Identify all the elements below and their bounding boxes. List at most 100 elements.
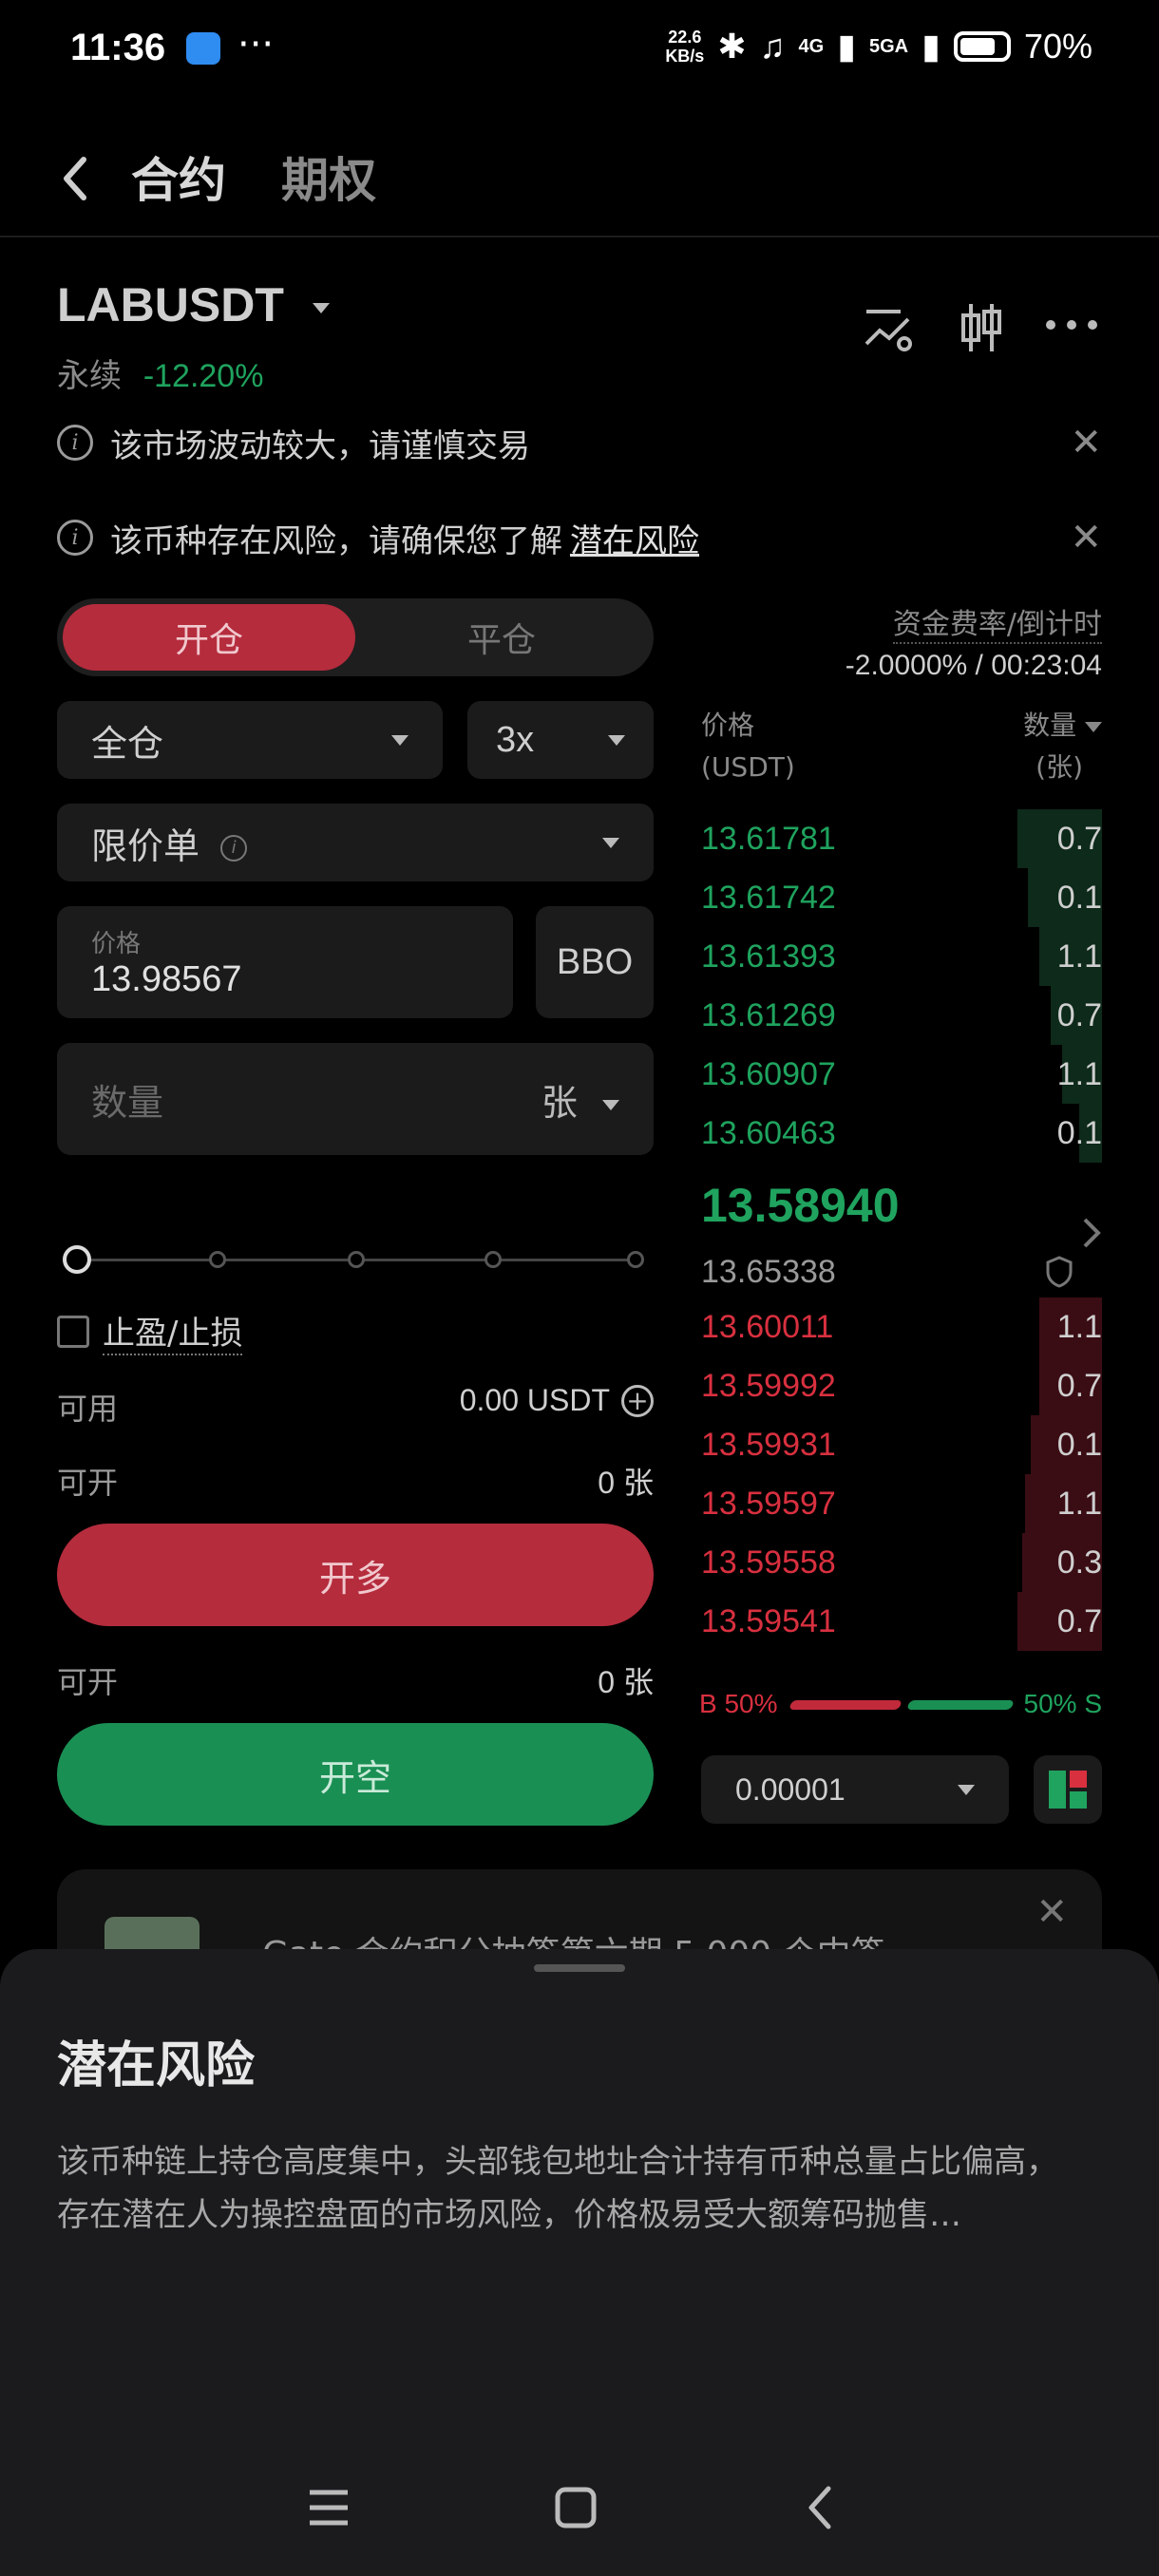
funding-label[interactable]: 资金费率/倒计时 bbox=[892, 600, 1102, 644]
signal-5g: 5GA bbox=[869, 35, 909, 57]
signal-bars-icon-2: ▮ bbox=[922, 27, 940, 66]
open-long-button[interactable]: 开多 bbox=[57, 1524, 654, 1626]
status-right: 22.6 KB/s ✱ ♫ 4G ▮ 5GA ▮ 70% bbox=[665, 27, 1092, 66]
margin-mode-select[interactable]: 全仓 bbox=[57, 701, 443, 779]
can-open-long-value: 0 张 bbox=[598, 1466, 654, 1500]
status-time: 11:36 bbox=[70, 27, 166, 68]
bid-qty: 0.7 bbox=[1056, 1367, 1102, 1404]
info-icon[interactable]: i bbox=[220, 835, 248, 862]
netspeed: 22.6 KB/s bbox=[665, 28, 705, 66]
order-type-label: 限价单 i bbox=[91, 817, 248, 869]
ask-price: 13.60907 bbox=[701, 1055, 836, 1092]
add-funds-icon[interactable]: + bbox=[621, 1384, 654, 1417]
quantity-input[interactable]: 数量 张 bbox=[57, 1043, 654, 1155]
orderbook-layout-icon[interactable] bbox=[1034, 1755, 1102, 1824]
quantity-placeholder: 数量 bbox=[91, 1081, 164, 1124]
sheet-body: 该币种链上持仓高度集中，头部钱包地址合计持有币种总量占比偏高，存在潜在人为操控盘… bbox=[57, 2143, 1058, 2234]
price-input[interactable]: 价格 13.98567 bbox=[57, 906, 513, 1018]
precision-value: 0.00001 bbox=[735, 1771, 846, 1807]
bbo-button[interactable]: BBO bbox=[536, 906, 654, 1018]
bid-row[interactable]: 13.59597 1.1 bbox=[701, 1474, 1102, 1533]
open-short-button[interactable]: 开空 bbox=[57, 1723, 654, 1826]
symbol-selector[interactable]: LABUSDT bbox=[57, 277, 330, 332]
last-price[interactable]: 13.58940 bbox=[701, 1178, 900, 1233]
contract-type: 永续 bbox=[57, 357, 122, 395]
back-nav-icon[interactable] bbox=[806, 2485, 834, 2534]
ask-price: 13.60463 bbox=[701, 1114, 836, 1151]
quantity-unit-select[interactable]: 张 bbox=[542, 1073, 619, 1126]
buy-ratio-label: B 50% bbox=[699, 1689, 778, 1718]
ask-row[interactable]: 13.60907 1.1 bbox=[701, 1045, 1102, 1104]
symbol-name: LABUSDT bbox=[57, 278, 284, 331]
can-open-short-label: 可开 bbox=[57, 1664, 119, 1700]
slider-stop-25[interactable] bbox=[209, 1251, 226, 1268]
ask-row[interactable]: 13.61742 0.1 bbox=[701, 868, 1102, 927]
tab-contract[interactable]: 合约 bbox=[131, 142, 226, 211]
available-row-value: 0.00 USDT + bbox=[460, 1383, 654, 1418]
candlestick-icon[interactable] bbox=[958, 302, 1005, 357]
slider-stop-75[interactable] bbox=[484, 1251, 502, 1268]
battery-level: 70% bbox=[1023, 27, 1092, 66]
bid-qty: 0.1 bbox=[1056, 1426, 1102, 1463]
signal-4g: 4G bbox=[798, 35, 825, 57]
tp-sl-checkbox[interactable] bbox=[57, 1315, 89, 1348]
leverage-select[interactable]: 3x bbox=[467, 701, 654, 779]
bid-price: 13.59992 bbox=[701, 1367, 836, 1404]
close-icon[interactable]: ✕ bbox=[1070, 421, 1102, 464]
bid-row[interactable]: 13.59558 0.3 bbox=[701, 1533, 1102, 1592]
home-icon[interactable] bbox=[555, 2487, 597, 2532]
earbuds-icon: ♫ bbox=[759, 27, 786, 66]
more-status-icon: ··· bbox=[238, 23, 275, 66]
bluetooth-icon: ✱ bbox=[717, 27, 747, 66]
slider-stop-100[interactable] bbox=[627, 1251, 644, 1268]
signal-bars-icon: ▮ bbox=[837, 27, 856, 66]
bid-price: 13.59597 bbox=[701, 1485, 836, 1522]
ask-qty: 1.1 bbox=[1056, 938, 1102, 975]
ask-price: 13.61742 bbox=[701, 879, 836, 916]
ask-price: 13.61269 bbox=[701, 996, 836, 1033]
close-icon[interactable]: ✕ bbox=[1070, 516, 1102, 559]
ask-row[interactable]: 13.61393 1.1 bbox=[701, 927, 1102, 986]
chevron-down-icon bbox=[602, 837, 619, 848]
ob-qty-header[interactable]: 数量 (张) bbox=[1023, 705, 1102, 788]
ask-row[interactable]: 13.61781 0.7 bbox=[701, 809, 1102, 868]
tp-sl-label: 止盈/止损 bbox=[103, 1307, 243, 1355]
bid-price: 13.59931 bbox=[701, 1426, 836, 1463]
close-icon[interactable]: ✕ bbox=[1036, 1890, 1068, 1934]
ask-qty: 1.1 bbox=[1056, 1055, 1102, 1092]
bid-qty: 0.3 bbox=[1056, 1544, 1102, 1581]
risk-link[interactable]: 潜在风险 bbox=[570, 515, 699, 561]
tab-options[interactable]: 期权 bbox=[281, 142, 376, 211]
info-icon: i bbox=[57, 425, 93, 461]
chevron-right-icon[interactable] bbox=[1079, 1216, 1102, 1254]
precision-select[interactable]: 0.00001 bbox=[701, 1755, 1009, 1824]
chart-compare-icon[interactable] bbox=[863, 306, 916, 357]
sheet-drag-handle[interactable] bbox=[534, 1964, 625, 1972]
bid-row[interactable]: 13.59931 0.1 bbox=[701, 1415, 1102, 1474]
tp-sl-checkbox-row[interactable]: 止盈/止损 bbox=[57, 1307, 243, 1355]
sell-ratio-label: 50% S bbox=[1023, 1689, 1103, 1718]
order-type-select[interactable]: 限价单 i bbox=[57, 804, 654, 881]
more-icon[interactable] bbox=[1043, 315, 1100, 338]
slider-stop-50[interactable] bbox=[348, 1251, 365, 1268]
bid-row[interactable]: 13.60011 1.1 bbox=[701, 1297, 1102, 1356]
can-open-short-value: 0 张 bbox=[598, 1665, 654, 1699]
ask-row[interactable]: 13.61269 0.7 bbox=[701, 986, 1102, 1045]
toggle-close[interactable]: 平仓 bbox=[355, 604, 648, 671]
ask-qty: 0.7 bbox=[1056, 820, 1102, 857]
menu-icon[interactable] bbox=[308, 2489, 350, 2530]
available-value: 0.00 USDT bbox=[459, 1383, 610, 1417]
info-icon: i bbox=[57, 520, 93, 556]
slider-handle[interactable] bbox=[63, 1245, 91, 1274]
back-icon[interactable] bbox=[57, 150, 95, 207]
ask-row[interactable]: 13.60463 0.1 bbox=[701, 1104, 1102, 1163]
price-change: -12.20% bbox=[142, 358, 264, 394]
ask-qty: 0.1 bbox=[1056, 879, 1102, 916]
bid-row[interactable]: 13.59541 0.7 bbox=[701, 1592, 1102, 1651]
bid-row[interactable]: 13.59992 0.7 bbox=[701, 1356, 1102, 1415]
chevron-down-icon bbox=[1085, 721, 1102, 732]
bid-price: 13.59541 bbox=[701, 1602, 836, 1639]
status-bar: 11:36 ··· 22.6 KB/s ✱ ♫ 4G ▮ 5GA ▮ 70% bbox=[0, 0, 1159, 95]
toggle-open[interactable]: 开仓 bbox=[63, 604, 355, 671]
open-close-toggle: 开仓 平仓 bbox=[57, 598, 654, 676]
